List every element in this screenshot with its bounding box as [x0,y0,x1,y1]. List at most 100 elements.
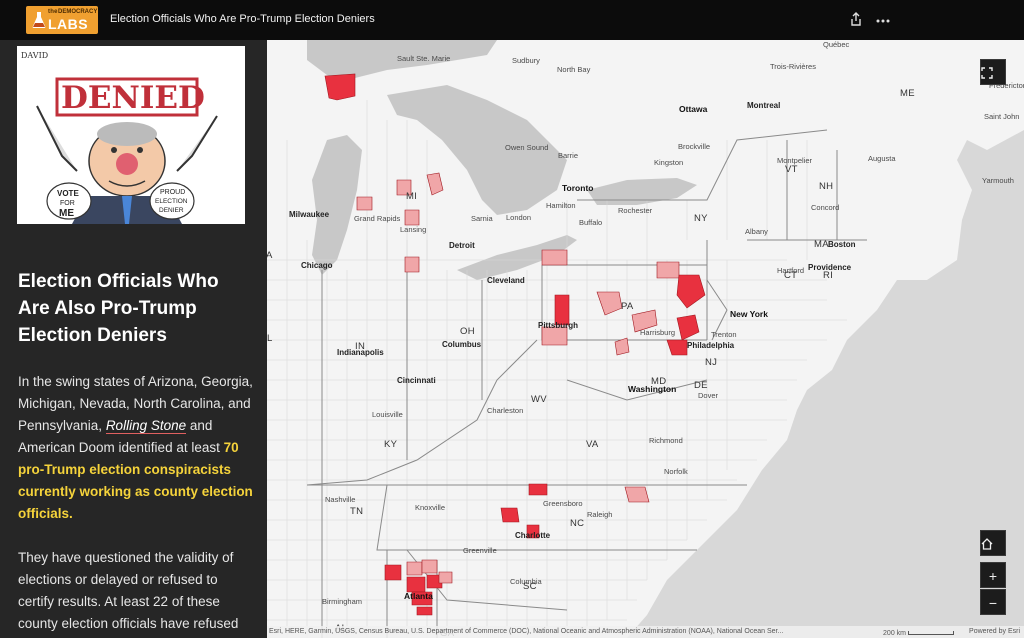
label-sarnia: Sarnia [471,214,493,223]
app-title: Election Officials Who Are Pro-Trump Ele… [110,13,375,25]
label-de: DE [694,380,708,391]
sign-left-3: ME [59,208,74,219]
label-birmingham: Birmingham [322,597,363,606]
label-buffalo: Buffalo [579,218,603,227]
label-atlanta: Atlanta [404,591,433,601]
label-ottawa: Ottawa [679,104,708,114]
attribution-text: Esri, HERE, Garmin, USGS, Census Bureau,… [269,628,784,635]
label-va: VA [586,439,599,450]
label-northbay: North Bay [557,65,591,74]
scale-bar [908,631,954,635]
label-ct: CT [784,270,798,281]
sign-left-2: FOR [60,200,75,207]
label-charlotte: Charlotte [515,531,551,540]
sign-right-2: ELECTION [155,198,188,205]
label-pa: PA [621,301,634,312]
label-toronto: Toronto [562,183,594,193]
label-boston: Boston [828,240,856,249]
label-cincinnati: Cincinnati [397,376,436,385]
label-ny: NY [694,213,708,224]
label-montreal: Montreal [747,101,781,110]
share-icon[interactable] [847,10,865,28]
political-cartoon: DAVID DENIED VOTE FOR ME PROUD ELECTION … [17,46,245,224]
home-icon [981,538,993,550]
label-kingston: Kingston [654,158,684,167]
label-il: IL [267,333,273,344]
label-quebec: Québec [823,40,850,49]
map-view[interactable]: Sault Ste. Marie Sudbury North Bay Québe… [267,40,1024,638]
label-norfolk: Norfolk [664,467,688,476]
label-grandrapids: Grand Rapids [354,214,401,223]
label-nashville: Nashville [325,495,356,504]
label-albany: Albany [745,227,768,236]
label-owen: Owen Sound [505,143,549,152]
fullscreen-button[interactable] [980,59,1006,85]
label-louisville: Louisville [372,410,403,419]
sign-right-1: PROUD [160,189,185,196]
label-tn: TN [350,506,364,517]
label-hamilton: Hamilton [546,201,576,210]
story-sidebar[interactable]: DAVID DENIED VOTE FOR ME PROUD ELECTION … [0,40,267,638]
story-paragraph-2: They have questioned the validity of ele… [18,550,239,631]
scale-label: 200 km [883,630,906,637]
label-ky: KY [384,439,398,450]
label-milwaukee: Milwaukee [289,210,330,219]
label-barrie: Barrie [558,151,579,160]
label-sudbury: Sudbury [512,56,540,65]
label-dover: Dover [698,391,719,400]
label-nc: NC [570,518,585,529]
label-nj: NJ [705,357,718,368]
story-title: Election Officials Who Are Also Pro-Trum… [18,271,219,346]
label-mi: MI [406,191,418,202]
label-london: London [506,213,532,222]
label-pittsburgh: Pittsburgh [538,321,578,330]
basemap-svg [267,40,1024,638]
more-icon[interactable] [874,10,892,28]
label-saintjohn: Saint John [984,112,1020,121]
label-sc: SC [523,581,537,592]
label-trois: Trois-Rivières [770,62,816,71]
logo-democracy: DEMOCRACY [58,9,98,15]
label-raleigh: Raleigh [587,510,613,519]
label-washington: Washington [628,384,677,394]
label-wv: WV [531,394,547,405]
cartoon-stamp: DENIED [61,80,205,116]
democracy-labs-logo[interactable]: the DEMOCRACY LABS [26,6,98,34]
label-nh: NH [819,181,834,192]
label-lansing: Lansing [400,225,427,234]
label-greenville: Greenville [463,546,497,555]
label-yarmouth: Yarmouth [982,176,1014,185]
label-newyork: New York [730,309,768,319]
home-button[interactable] [980,530,1006,556]
cartoon-signature: DAVID [21,51,48,60]
label-knoxville: Knoxville [415,503,446,512]
zoom-out-button[interactable]: − [980,589,1006,615]
label-ri: RI [823,270,834,281]
sign-left-1: VOTE [57,189,79,198]
label-detroit: Detroit [449,241,475,250]
rolling-stone-link[interactable]: Rolling Stone [105,418,187,434]
label-vt: VT [785,164,798,175]
label-ia: IA [267,250,273,261]
label-harrisburg: Harrisburg [640,328,676,337]
sign-right-3: DENIER [159,207,184,214]
label-me: ME [900,88,915,99]
label-philadelphia: Philadelphia [687,341,735,350]
zoom-in-button[interactable]: + [980,562,1006,588]
label-columbus: Columbus [442,340,482,349]
flask-icon [32,12,46,28]
label-concord: Concord [811,203,840,212]
label-richmond: Richmond [649,436,683,445]
label-rochester: Rochester [618,206,653,215]
label-sault: Sault Ste. Marie [397,54,451,63]
label-augusta: Augusta [868,154,896,163]
logo-the: the [48,9,58,15]
label-oh: OH [460,326,475,337]
powered-by-esri[interactable]: Powered by Esri [969,626,1020,638]
app-header: the DEMOCRACY LABS Election Officials Wh… [0,0,1024,40]
label-brockville: Brockville [678,142,711,151]
label-charleston: Charleston [487,406,524,415]
expand-icon [981,67,993,79]
label-indianapolis: Indianapolis [337,348,384,357]
label-chicago: Chicago [301,261,333,270]
